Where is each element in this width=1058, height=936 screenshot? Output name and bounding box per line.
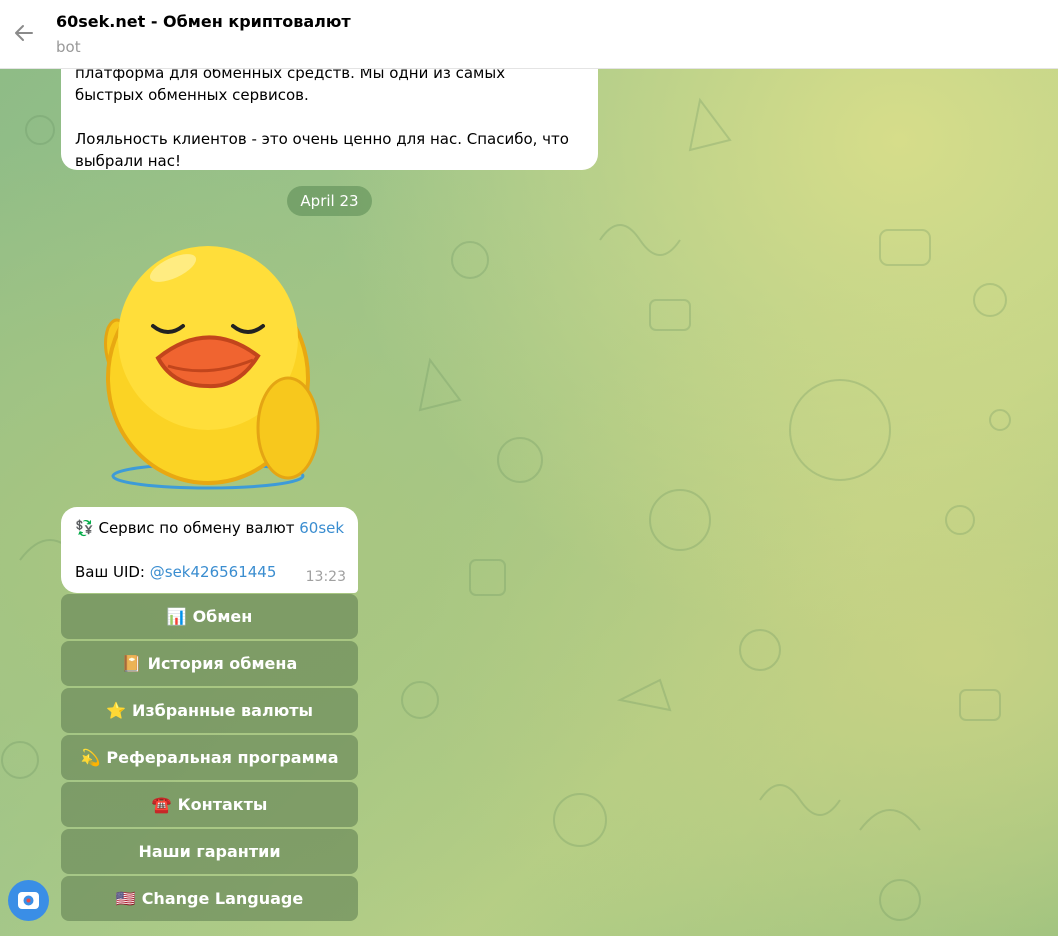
exchange-button[interactable]: 📊 Обмен bbox=[61, 594, 358, 639]
button-label: История обмена bbox=[147, 654, 298, 673]
guarantees-button[interactable]: Наши гарантии bbox=[61, 829, 358, 874]
button-label: Change Language bbox=[141, 889, 304, 908]
message-line: Лояльность клиентов - это очень ценно дл… bbox=[75, 130, 569, 148]
back-button[interactable] bbox=[10, 18, 40, 48]
favorite-currencies-button[interactable]: ⭐ Избранные валюты bbox=[61, 688, 358, 733]
star-icon: ⭐ bbox=[106, 701, 126, 720]
message-line: быстрых обменных сервисов. bbox=[75, 86, 309, 104]
contacts-button[interactable]: ☎️ Контакты bbox=[61, 782, 358, 827]
telephone-icon: ☎️ bbox=[151, 795, 172, 814]
duck-sticker[interactable] bbox=[88, 228, 328, 498]
button-label: Избранные валюты bbox=[131, 701, 313, 720]
chat-subtitle: bot bbox=[56, 38, 81, 56]
button-label: Обмен bbox=[192, 607, 253, 626]
message-line: выбрали нас! bbox=[75, 152, 182, 170]
bot-message: 💱 Сервис по обмену валют 60sek Ваш UID: … bbox=[61, 507, 358, 593]
bot-menu-button[interactable] bbox=[8, 880, 49, 921]
button-label: Реферальная программа bbox=[106, 748, 339, 767]
button-label: Наши гарантии bbox=[138, 842, 281, 861]
uid-link[interactable]: @sek426561445 bbox=[150, 563, 277, 581]
button-label: Контакты bbox=[177, 795, 268, 814]
uid-label: Ваш UID: bbox=[75, 563, 150, 581]
uid-line: Ваш UID: @sek426561445 bbox=[75, 561, 276, 583]
service-text: Сервис по обмену валют bbox=[98, 519, 300, 537]
dizzy-icon: 💫 bbox=[80, 748, 101, 767]
change-language-button[interactable]: 🇺🇸 Change Language bbox=[61, 876, 358, 921]
currency-exchange-icon: 💱 bbox=[75, 519, 94, 537]
date-separator: April 23 bbox=[287, 186, 372, 216]
service-line: 💱 Сервис по обмену валют 60sek bbox=[75, 517, 344, 539]
chat-header: 60sek.net - Обмен криптовалют bot bbox=[0, 0, 1058, 69]
service-link[interactable]: 60sek bbox=[299, 519, 344, 537]
message-time: 13:23 bbox=[305, 569, 346, 585]
notebook-icon: 📔 bbox=[121, 654, 142, 673]
referral-program-button[interactable]: 💫 Реферальная программа bbox=[61, 735, 358, 780]
exchange-history-button[interactable]: 📔 История обмена bbox=[61, 641, 358, 686]
chart-icon: 📊 bbox=[166, 607, 187, 626]
chat-title[interactable]: 60sek.net - Обмен криптовалют bbox=[56, 12, 351, 31]
us-flag-icon: 🇺🇸 bbox=[115, 889, 136, 908]
arrow-left-icon bbox=[15, 25, 33, 41]
bot-menu-icon bbox=[18, 892, 39, 909]
